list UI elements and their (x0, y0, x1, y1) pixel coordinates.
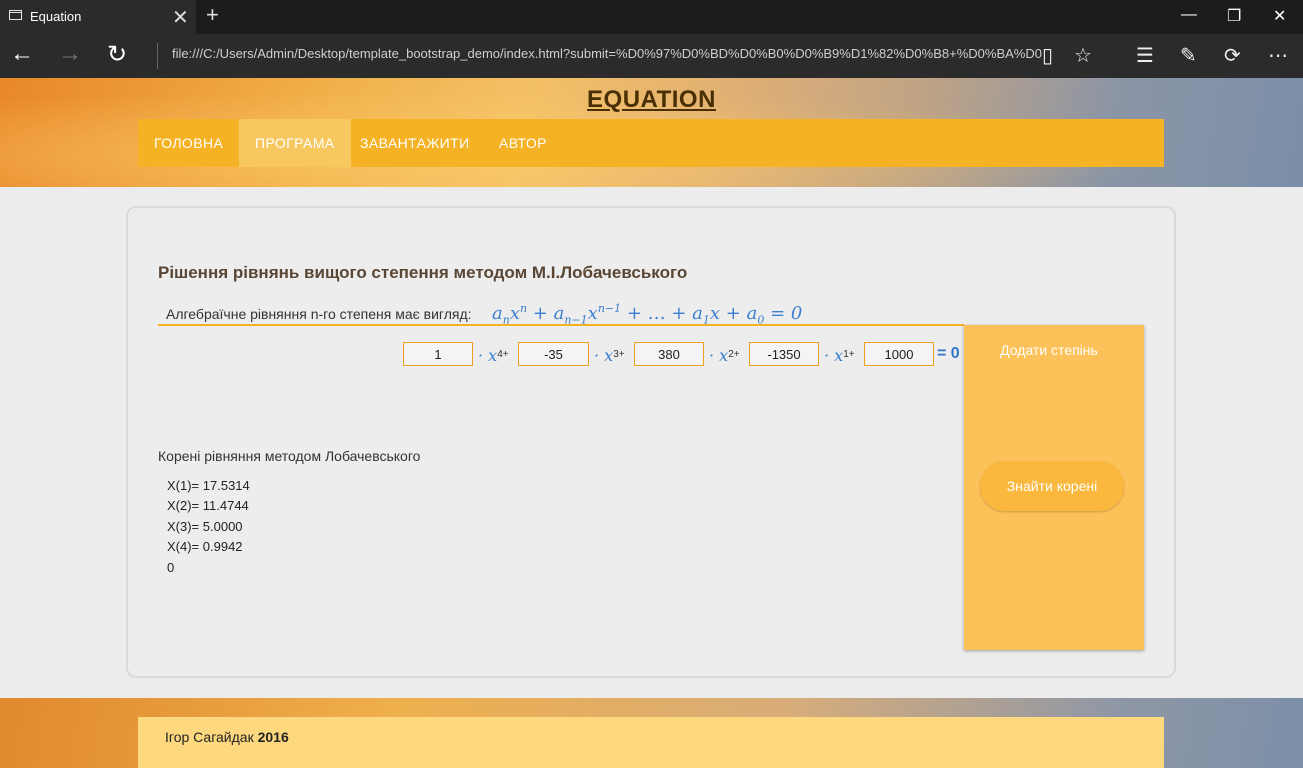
coefficient-input-2[interactable] (634, 342, 704, 366)
add-power-button[interactable]: Додати степінь (964, 342, 1134, 358)
find-roots-button[interactable]: Знайти корені (980, 461, 1124, 511)
forward-button[interactable]: → (58, 40, 82, 68)
roots-title: Корені рівняння методом Лобачевського (158, 448, 421, 464)
favorite-star-icon[interactable]: ☆ (1074, 43, 1092, 67)
root-value: X(1)= 17.5314 (167, 478, 250, 493)
coefficient-input-0[interactable] (864, 342, 934, 366)
equation-intro: Алгебраїчне рівняння n-го степеня має ви… (166, 306, 472, 322)
x-power-term: · x3+ (594, 346, 625, 365)
divider (158, 324, 964, 326)
tab-title: Equation (30, 9, 82, 24)
web-note-icon[interactable]: ✎ (1180, 43, 1197, 67)
new-tab-button[interactable]: + (206, 2, 219, 28)
reading-view-icon[interactable]: ▯ (1042, 43, 1053, 67)
footer-year: 2016 (257, 729, 289, 745)
coefficient-input-4[interactable] (403, 342, 473, 366)
x-power-term: · x1+ (824, 346, 855, 365)
page-heading: Рішення рівнянь вищого степення методом … (158, 263, 688, 282)
root-value: X(4)= 0.9942 (167, 539, 243, 554)
address-bar[interactable]: file:///C:/Users/Admin/Desktop/template_… (172, 46, 1042, 61)
x-power-term: · x2+ (709, 346, 740, 365)
address-separator (157, 43, 158, 69)
refresh-button[interactable]: ↻ (107, 40, 127, 69)
more-icon[interactable]: ⋯ (1268, 43, 1288, 67)
menu-item-program[interactable]: ПРОГРАМА (239, 119, 351, 167)
share-icon[interactable]: ⟳ (1224, 43, 1241, 67)
site-title: EQUATION (0, 86, 1303, 114)
site-title-link[interactable]: EQUATION (587, 86, 716, 113)
footer (138, 717, 1164, 768)
restore-button[interactable]: ❐ (1227, 6, 1241, 26)
coefficient-input-1[interactable] (749, 342, 819, 366)
equals-zero: = 0 (937, 345, 960, 362)
menu-item-download[interactable]: ЗАВАНТАЖИТИ (344, 119, 486, 167)
hub-icon[interactable]: ☰ (1136, 43, 1154, 67)
root-value: X(2)= 11.4744 (167, 498, 249, 513)
minimize-button[interactable]: — (1181, 6, 1197, 24)
back-button[interactable]: ← (10, 40, 34, 68)
x-power-term: · x4+ (478, 346, 509, 365)
main-menu: ГОЛОВНА ПРОГРАМА ЗАВАНТАЖИТИ АВТОР (138, 119, 1164, 167)
general-equation-formula: anxn + an−1xn−1 + … + a1x + a0 = 0 (492, 302, 803, 327)
menu-item-author[interactable]: АВТОР (483, 119, 563, 167)
footer-author: Ігор Сагайдак (165, 729, 254, 745)
root-value: X(3)= 5.0000 (167, 519, 243, 534)
close-window-button[interactable]: ✕ (1273, 6, 1286, 26)
footer-credit: Ігор Сагайдак 2016 (165, 729, 289, 745)
coefficient-input-3[interactable] (518, 342, 589, 366)
close-tab-icon[interactable]: ✕ (172, 5, 189, 30)
root-value: 0 (167, 560, 175, 575)
page-icon (9, 10, 22, 20)
menu-item-home[interactable]: ГОЛОВНА (138, 119, 239, 167)
